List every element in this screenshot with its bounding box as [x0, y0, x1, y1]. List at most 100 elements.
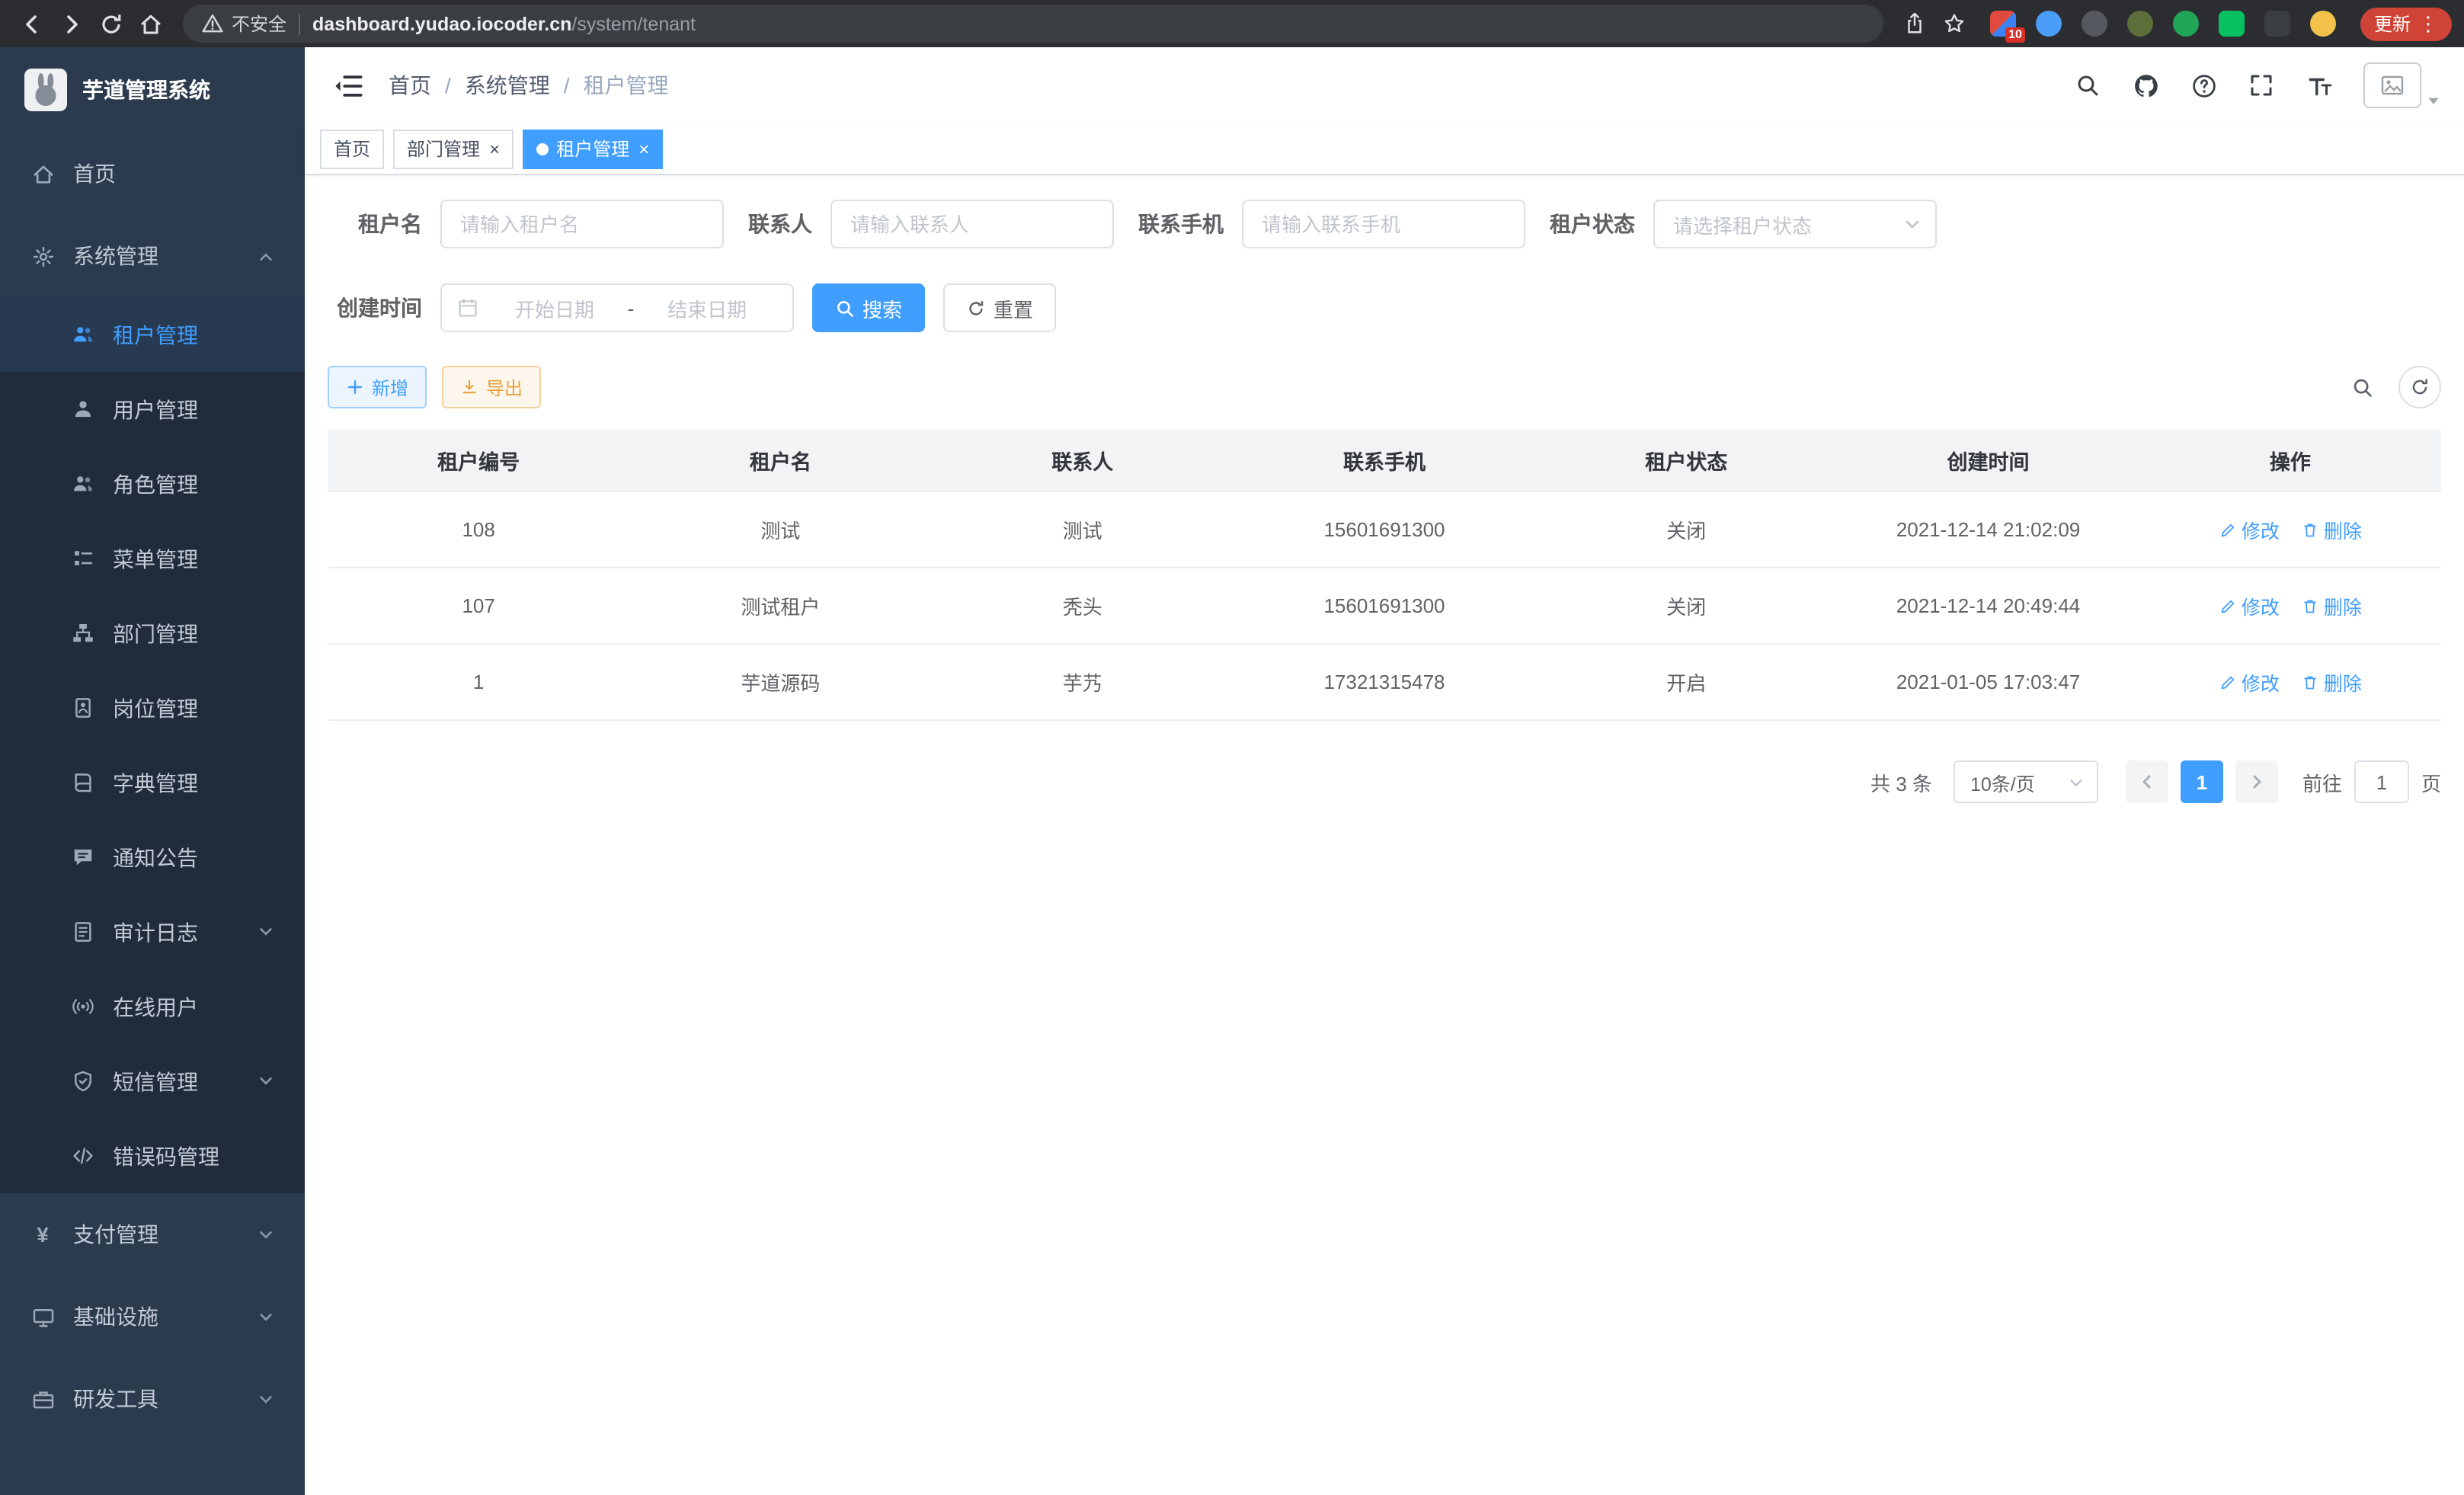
tenant-table: 租户编号 租户名 联系人 联系手机 租户状态 创建时间 操作 108 测试: [328, 430, 2441, 721]
cell-mobile: 15601691300: [1234, 491, 1535, 568]
tab-home[interactable]: 首页: [320, 129, 384, 168]
sidebar-fold-icon[interactable]: [328, 66, 367, 105]
announcement-icon: [70, 846, 94, 869]
sidebar-item-dev-tools[interactable]: 研发工具: [0, 1358, 305, 1440]
sidebar-item-roles[interactable]: 角色管理: [0, 447, 305, 521]
extensions-tray: 10: [1990, 11, 2336, 37]
add-button[interactable]: 新增: [328, 366, 427, 408]
sidebar-item-dictionary[interactable]: 字典管理: [0, 745, 305, 820]
total-count: 共 3 条: [1870, 767, 1932, 796]
delete-link[interactable]: 删除: [2301, 515, 2362, 544]
bookmark-star-icon[interactable]: [1935, 4, 1975, 43]
cell-contact: 芋艿: [932, 644, 1234, 720]
delete-link[interactable]: 删除: [2301, 591, 2362, 620]
date-range-picker[interactable]: 开始日期 - 结束日期: [440, 283, 794, 332]
column-header: 联系人: [932, 430, 1234, 491]
extension-icon[interactable]: 10: [1990, 11, 2016, 37]
sidebar-item-audit-log[interactable]: 审计日志: [0, 895, 305, 969]
extension-icon[interactable]: [2173, 11, 2199, 37]
next-page-button[interactable]: [2235, 760, 2278, 803]
page-number-current[interactable]: 1: [2181, 760, 2223, 803]
extension-icon[interactable]: [2127, 11, 2153, 37]
share-icon[interactable]: [1896, 4, 1935, 43]
home-button[interactable]: [131, 4, 171, 43]
caret-down-icon: [2426, 94, 2441, 107]
extension-icon[interactable]: [2310, 11, 2336, 37]
edit-link[interactable]: 修改: [2219, 667, 2280, 696]
contact-label: 联系人: [748, 209, 812, 239]
app-title: 芋道管理系统: [82, 75, 210, 105]
extension-icon[interactable]: [2082, 11, 2107, 37]
cell-status: 关闭: [1535, 568, 1837, 644]
export-button[interactable]: 导出: [442, 366, 541, 408]
fullscreen-icon[interactable]: [2238, 62, 2284, 108]
sidebar-item-online-users[interactable]: 在线用户: [0, 969, 305, 1044]
status-select[interactable]: 请选择租户状态: [1653, 200, 1937, 248]
page-content: 租户名 联系人 联系手机 租户状态 请选择租户状态: [305, 175, 2464, 1495]
reload-button[interactable]: [91, 4, 131, 43]
page-size-select[interactable]: 10条/页: [1954, 760, 2098, 803]
sidebar-item-posts[interactable]: 岗位管理: [0, 671, 305, 745]
status-placeholder: 请选择租户状态: [1673, 210, 1812, 238]
refresh-icon: [966, 298, 986, 318]
breadcrumb-home[interactable]: 首页: [389, 70, 431, 101]
tab-tenant[interactable]: 租户管理 ×: [523, 129, 663, 168]
sidebar-item-notices[interactable]: 通知公告: [0, 820, 305, 895]
reset-button[interactable]: 重置: [943, 283, 1056, 332]
help-icon[interactable]: [2181, 62, 2226, 108]
forward-button[interactable]: [52, 4, 91, 43]
cell-status: 开启: [1535, 644, 1837, 720]
github-icon[interactable]: [2123, 62, 2168, 108]
page-unit-label: 页: [2421, 767, 2441, 796]
end-date-placeholder: 结束日期: [637, 293, 777, 322]
edit-link[interactable]: 修改: [2219, 591, 2280, 620]
user-menu[interactable]: [2363, 62, 2441, 108]
sidebar-item-error-codes[interactable]: 错误码管理: [0, 1119, 305, 1193]
tenant-name-input[interactable]: [440, 200, 724, 248]
toggle-search-icon[interactable]: [2341, 366, 2383, 408]
sidebar-item-departments[interactable]: 部门管理: [0, 596, 305, 671]
user-icon: [70, 398, 94, 421]
tab-department[interactable]: 部门管理 ×: [393, 129, 514, 168]
sidebar-item-tenant[interactable]: 租户管理: [0, 297, 305, 372]
search-button[interactable]: 搜索: [812, 283, 925, 332]
close-icon[interactable]: ×: [489, 139, 500, 158]
cell-tenant-id: 107: [328, 568, 629, 644]
extension-icon[interactable]: [2036, 11, 2062, 37]
search-icon[interactable]: [2065, 62, 2110, 108]
start-date-placeholder: 开始日期: [485, 293, 625, 322]
edit-link[interactable]: 修改: [2219, 515, 2280, 544]
prev-page-button[interactable]: [2126, 760, 2168, 803]
goto-page-input[interactable]: [2354, 760, 2409, 803]
back-button[interactable]: [12, 4, 52, 43]
browser-update-button[interactable]: 更新 ⋮: [2360, 7, 2452, 40]
close-icon[interactable]: ×: [638, 139, 649, 158]
sidebar-item-label: 首页: [73, 158, 116, 189]
font-size-icon[interactable]: [2296, 62, 2342, 108]
mobile-input[interactable]: [1242, 200, 1525, 248]
sidebar-item-infrastructure[interactable]: 基础设施: [0, 1276, 305, 1358]
extension-puzzle-icon[interactable]: [2264, 11, 2290, 37]
payment-yen-icon: ¥: [30, 1222, 55, 1247]
refresh-table-icon[interactable]: [2398, 366, 2441, 408]
cell-created: 2021-12-14 21:02:09: [1837, 491, 2139, 568]
breadcrumb-system[interactable]: 系统管理: [465, 70, 550, 101]
contact-input[interactable]: [830, 200, 1114, 248]
tenants-icon: [70, 323, 94, 346]
delete-link[interactable]: 删除: [2301, 667, 2362, 696]
edit-icon: [2219, 673, 2237, 691]
extension-icon[interactable]: [2219, 11, 2245, 37]
warning-icon: [201, 12, 224, 35]
address-bar[interactable]: 不安全 dashboard.yudao.iocoder.cn/system/te…: [183, 5, 1883, 43]
cell-created: 2021-12-14 20:49:44: [1837, 568, 2139, 644]
sidebar-item-menus[interactable]: 菜单管理: [0, 521, 305, 596]
sidebar-item-home[interactable]: 首页: [0, 133, 305, 215]
dev-tools-icon: [30, 1388, 55, 1410]
sidebar-item-payment[interactable]: ¥ 支付管理: [0, 1193, 305, 1276]
sidebar-item-sms[interactable]: 短信管理: [0, 1044, 305, 1119]
sidebar-item-system[interactable]: 系统管理: [0, 215, 305, 297]
sidebar-item-users[interactable]: 用户管理: [0, 372, 305, 447]
app-logo[interactable]: 芋道管理系统: [0, 47, 305, 133]
cell-tenant-id: 108: [328, 491, 629, 568]
security-chip[interactable]: 不安全: [201, 11, 286, 37]
